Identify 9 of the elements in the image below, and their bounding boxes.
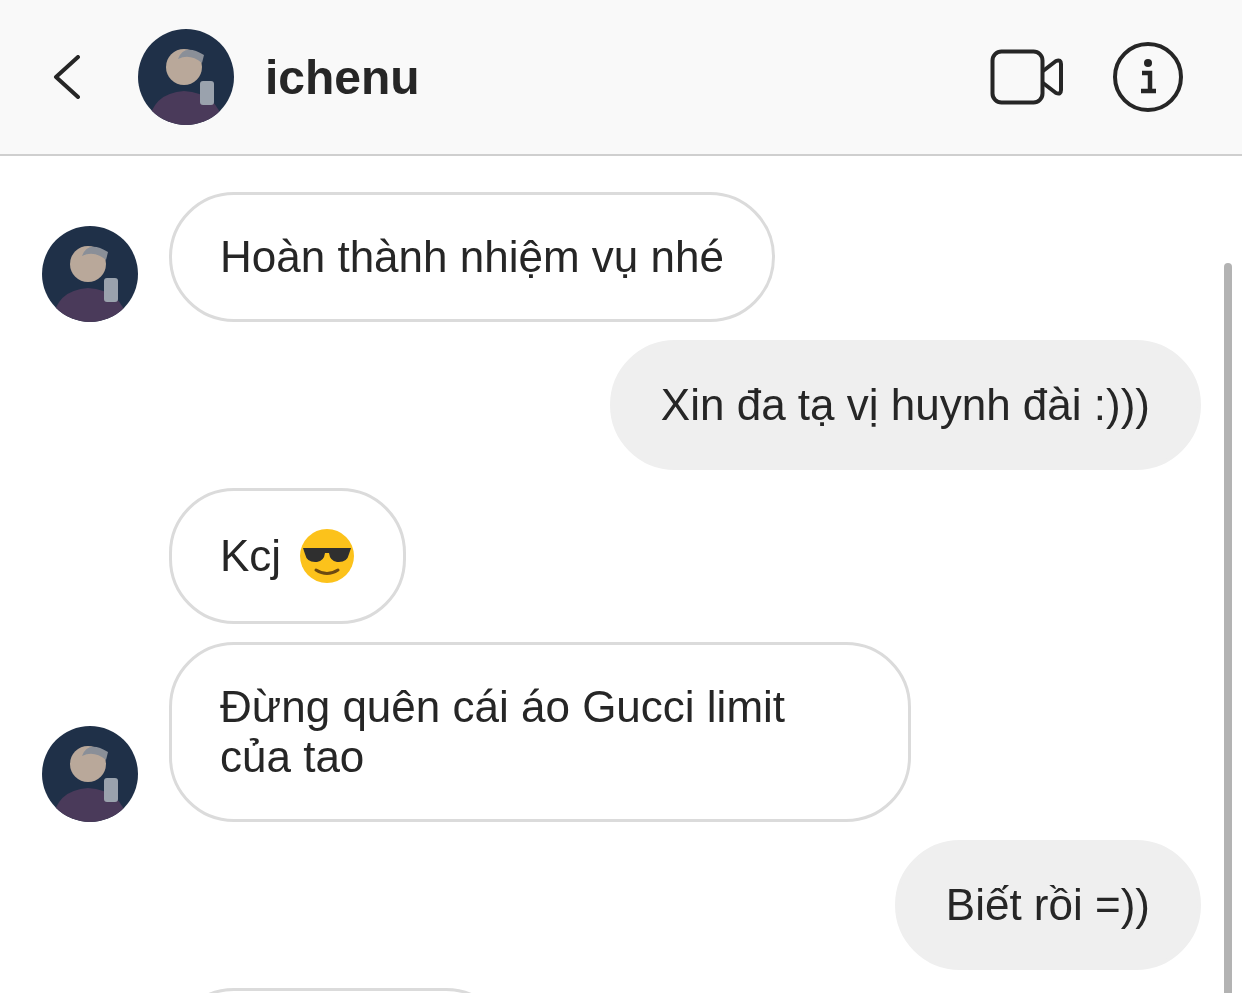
scrollbar[interactable] bbox=[1224, 263, 1232, 993]
message-text: Kcj bbox=[220, 531, 282, 581]
info-icon[interactable] bbox=[1112, 41, 1184, 113]
message-text: Biết rồi =)) bbox=[945, 880, 1150, 930]
username[interactable]: ichenu bbox=[265, 49, 420, 105]
message-text: Xin đa tạ vị huynh đài :))) bbox=[660, 380, 1150, 430]
message-text: Đừng quên cái áo Gucci limit của tao bbox=[220, 682, 787, 782]
video-call-icon[interactable] bbox=[990, 49, 1064, 105]
message-text: Hoàn thành nhiệm vụ nhé bbox=[220, 232, 724, 282]
